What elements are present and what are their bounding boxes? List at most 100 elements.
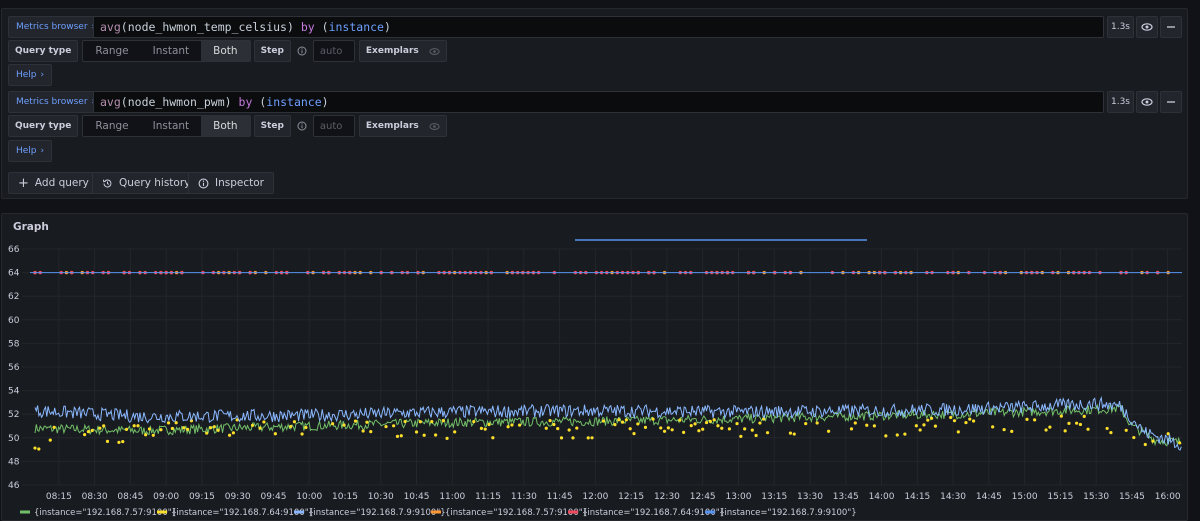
metrics-browser-label: Metrics browser bbox=[16, 22, 88, 32]
data-point bbox=[147, 427, 152, 431]
data-point bbox=[212, 425, 216, 429]
data-point bbox=[144, 433, 148, 437]
data-point bbox=[1178, 441, 1182, 445]
data-point bbox=[865, 423, 869, 427]
minus-icon[interactable] bbox=[1160, 16, 1182, 38]
data-point bbox=[361, 429, 365, 433]
query-history-button[interactable]: Query history bbox=[92, 172, 201, 194]
data-point bbox=[1063, 429, 1067, 433]
x-tick-label: 13:45 bbox=[833, 492, 859, 502]
exemplars-label: Exemplars bbox=[365, 46, 419, 56]
data-point bbox=[575, 426, 579, 430]
x-tick-label: 16:00 bbox=[1155, 492, 1181, 502]
data-point bbox=[1075, 421, 1079, 425]
data-point bbox=[949, 415, 953, 420]
query-fn: avg bbox=[100, 20, 121, 34]
query-duration: 1.3s bbox=[1107, 16, 1134, 38]
data-point bbox=[1067, 421, 1071, 425]
x-tick-label: 11:30 bbox=[511, 492, 537, 502]
data-point bbox=[422, 433, 426, 437]
query-a-editor[interactable]: avg(node_hwmon_temp_celsius) by (instanc… bbox=[93, 16, 1104, 38]
data-point bbox=[83, 433, 87, 437]
option-both[interactable]: Both bbox=[201, 41, 250, 61]
data-point bbox=[743, 427, 747, 431]
option-range[interactable]: Range bbox=[83, 116, 140, 136]
legend-label: {instance="192.168.7.64:9100"} bbox=[171, 508, 314, 518]
x-tick-label: 10:00 bbox=[296, 492, 322, 502]
step-input[interactable]: auto bbox=[312, 115, 355, 137]
inspector-button[interactable]: Inspector bbox=[188, 172, 274, 194]
data-point bbox=[1109, 430, 1113, 435]
data-point bbox=[369, 430, 373, 434]
data-point bbox=[750, 428, 754, 432]
help-button[interactable]: Help › bbox=[8, 140, 53, 162]
data-point bbox=[853, 421, 857, 425]
data-point bbox=[86, 430, 91, 434]
legend-label: {instance="192.168.7.64:9100"} bbox=[582, 508, 725, 518]
eye-icon[interactable] bbox=[1136, 16, 1158, 38]
option-range[interactable]: Range bbox=[83, 41, 140, 61]
option-instant[interactable]: Instant bbox=[141, 116, 202, 136]
data-point bbox=[1059, 414, 1063, 418]
data-point bbox=[1025, 417, 1029, 421]
legend-label: {instance="192.168.7.9:9100"} bbox=[308, 508, 446, 518]
time-series-chart[interactable]: 66 64 62 60 58 56 54 52 50 48 46 08:15 08:30 08:45 09:… bbox=[2, 214, 1189, 521]
data-point bbox=[517, 423, 522, 427]
data-point bbox=[930, 416, 934, 420]
data-point bbox=[102, 424, 106, 428]
data-point bbox=[453, 430, 457, 434]
data-point bbox=[132, 424, 136, 428]
metrics-browser-button[interactable]: Metrics browser › bbox=[8, 16, 104, 38]
data-point bbox=[300, 432, 304, 436]
help-label: Help bbox=[16, 146, 37, 156]
data-point bbox=[273, 432, 277, 436]
data-point bbox=[170, 426, 174, 431]
data-point bbox=[624, 418, 628, 422]
data-point bbox=[434, 433, 438, 437]
data-point bbox=[510, 423, 514, 427]
step-input[interactable]: auto bbox=[312, 40, 355, 62]
option-instant[interactable]: Instant bbox=[141, 41, 202, 61]
data-point bbox=[182, 426, 186, 430]
add-query-label: Add query bbox=[34, 177, 89, 189]
data-point bbox=[964, 420, 968, 425]
data-point bbox=[739, 434, 743, 438]
query-label: instance bbox=[328, 20, 384, 34]
data-point bbox=[445, 436, 449, 440]
data-point bbox=[952, 419, 957, 423]
x-tick-label: 08:15 bbox=[46, 492, 72, 502]
eye-icon[interactable] bbox=[1136, 91, 1158, 113]
data-point bbox=[922, 423, 926, 427]
help-button[interactable]: Help › bbox=[8, 64, 53, 86]
data-point bbox=[227, 433, 232, 437]
data-point bbox=[552, 422, 556, 427]
exemplars-toggle[interactable]: Exemplars bbox=[358, 115, 447, 137]
minus-icon[interactable] bbox=[1160, 91, 1182, 113]
data-point bbox=[670, 428, 674, 432]
data-point bbox=[636, 422, 640, 426]
query-b-editor[interactable]: avg(node_hwmon_pwm) by (instance) bbox=[93, 91, 1104, 113]
data-point bbox=[933, 424, 938, 428]
data-point bbox=[884, 434, 888, 438]
data-point bbox=[1078, 422, 1083, 427]
x-tick-label: 12:15 bbox=[618, 492, 644, 502]
data-point bbox=[487, 422, 491, 427]
data-point bbox=[678, 418, 682, 422]
data-point bbox=[292, 420, 297, 424]
exemplars-toggle[interactable]: Exemplars bbox=[358, 40, 447, 62]
metrics-browser-button[interactable]: Metrics browser › bbox=[8, 91, 104, 113]
data-point bbox=[926, 418, 930, 422]
add-query-button[interactable]: + Add query bbox=[8, 172, 99, 194]
data-point bbox=[392, 424, 396, 428]
query-type-label: Query type bbox=[8, 115, 79, 137]
data-point bbox=[601, 419, 606, 423]
query-b-options: Query type Range Instant Both Step auto … bbox=[8, 115, 447, 137]
legend-item-2: {instance="192.168.7.9:9100"} bbox=[294, 508, 446, 518]
data-point bbox=[174, 421, 178, 425]
data-point bbox=[735, 421, 739, 426]
data-point bbox=[37, 447, 41, 451]
option-both[interactable]: Both bbox=[201, 116, 250, 136]
data-point bbox=[544, 426, 548, 430]
legend-label: {instance="192.168.7.57:9100"} bbox=[34, 508, 177, 518]
data-point bbox=[1124, 428, 1128, 432]
